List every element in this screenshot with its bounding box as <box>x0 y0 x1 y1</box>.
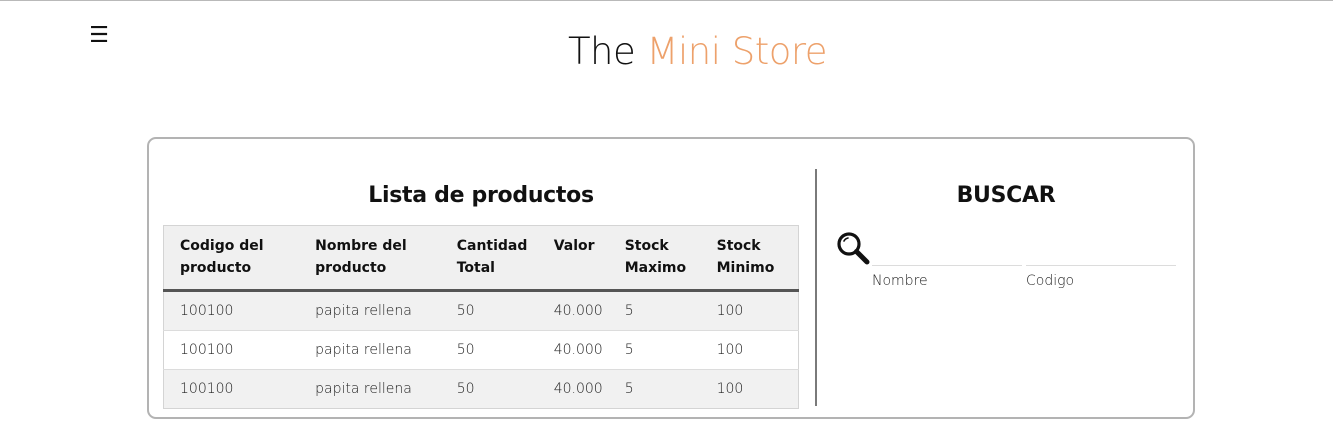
header-valor: Valor <box>537 225 609 292</box>
site-title-accent: Mini Store <box>646 30 828 73</box>
search-nombre-field-wrap <box>872 240 1022 267</box>
cell-cantidad: 50 <box>440 330 538 370</box>
search-title: BUSCAR <box>956 183 1056 208</box>
table-row: 100100 papita rellena 50 40.000 5 100 <box>163 330 799 370</box>
cell-codigo: 100100 <box>163 330 300 370</box>
cell-stock-maximo: 5 <box>608 290 701 331</box>
cell-codigo: 100100 <box>163 369 300 409</box>
products-table: Codigo del producto Nombre del producto Ca… <box>163 225 799 409</box>
cell-valor: 40.000 <box>537 369 609 409</box>
header-stock-minimo: Stock Minimo <box>700 225 799 292</box>
header-codigo: Codigo del producto <box>163 225 300 292</box>
cell-valor: 40.000 <box>537 330 609 370</box>
site-title-main: The <box>567 30 636 73</box>
cell-nombre: papita rellena <box>299 330 441 370</box>
cell-stock-maximo: 5 <box>608 369 701 409</box>
cell-nombre: papita rellena <box>299 290 441 331</box>
cell-nombre: papita rellena <box>299 369 441 409</box>
search-nombre-label: Nombre <box>872 273 928 289</box>
top-border <box>0 0 1333 1</box>
cell-cantidad: 50 <box>440 369 538 409</box>
cell-stock-minimo: 100 <box>700 330 799 370</box>
table-header-row: Codigo del producto Nombre del producto Ca… <box>163 225 799 292</box>
cell-stock-minimo: 100 <box>700 290 799 331</box>
cell-stock-maximo: 5 <box>608 330 701 370</box>
table-row: 100100 papita rellena 50 40.000 5 100 <box>163 369 799 409</box>
header-cantidad: Cantidad Total <box>440 225 538 292</box>
search-codigo-field-wrap <box>1026 240 1176 267</box>
table-row: 100100 papita rellena 50 40.000 5 100 <box>163 290 799 331</box>
cell-cantidad: 50 <box>440 290 538 331</box>
search-codigo-label: Codigo <box>1026 273 1075 289</box>
cell-valor: 40.000 <box>537 290 609 331</box>
products-title: Lista de productos <box>368 183 594 208</box>
site-title: The Mini Store <box>0 30 1333 73</box>
header-stock-maximo: Stock Maximo <box>608 225 701 292</box>
cell-stock-minimo: 100 <box>700 369 799 409</box>
search-codigo-input[interactable] <box>1026 240 1176 266</box>
magnifier-icon[interactable] <box>835 230 871 266</box>
cell-codigo: 100100 <box>163 290 300 331</box>
header-nombre: Nombre del producto <box>299 225 441 292</box>
search-nombre-input[interactable] <box>872 240 1022 266</box>
